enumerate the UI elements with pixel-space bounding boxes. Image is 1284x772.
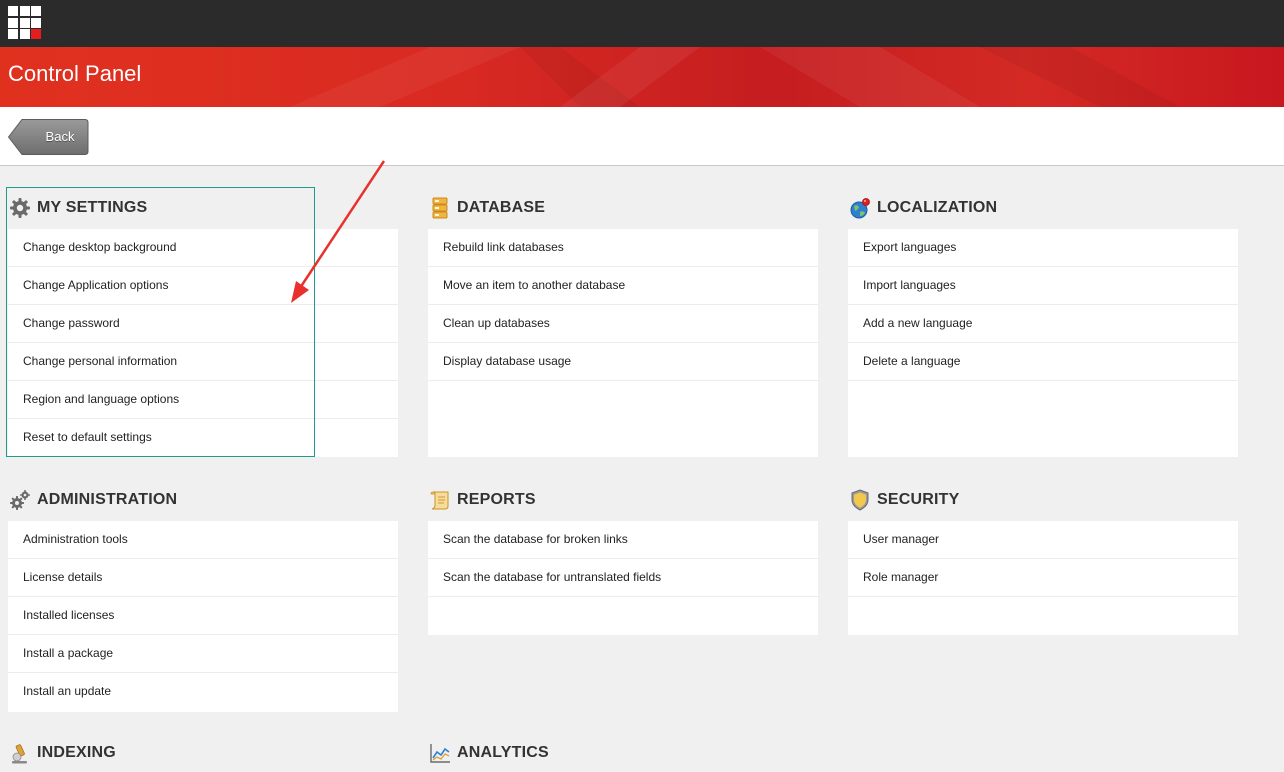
list-item[interactable]: Install an update <box>8 673 398 711</box>
shield-icon <box>849 489 871 511</box>
section-panel: User manager Role manager <box>848 521 1238 635</box>
section-panel: Export languages Import languages Add a … <box>848 229 1238 457</box>
section-reports: REPORTS Scan the database for broken lin… <box>428 479 818 635</box>
list-item[interactable]: Import languages <box>848 267 1238 305</box>
list-item[interactable]: Install a package <box>8 635 398 673</box>
section-header: LOCALIZATION <box>848 187 1238 229</box>
section-header: MY SETTINGS <box>8 187 398 229</box>
section-header: SECURITY <box>848 479 1238 521</box>
line-chart-icon <box>429 742 451 764</box>
list-item[interactable]: User manager <box>848 521 1238 559</box>
toolbar: Back <box>0 107 1284 166</box>
section-administration: ADMINISTRATION Administration tools Lice… <box>8 479 398 712</box>
list-item[interactable]: Region and language options <box>8 381 398 419</box>
app-grid-icon[interactable] <box>8 6 41 39</box>
section-header: ANALYTICS <box>428 732 818 772</box>
section-panel: Rebuild link databases Move an item to a… <box>428 229 818 457</box>
list-item[interactable]: Change personal information <box>8 343 398 381</box>
header-banner: Control Panel <box>0 47 1284 107</box>
section-title: INDEXING <box>37 744 116 761</box>
back-button-label: Back <box>45 129 75 144</box>
list-item[interactable]: Role manager <box>848 559 1238 597</box>
globe-icon <box>849 197 871 219</box>
top-bar <box>0 0 1284 47</box>
section-localization: LOCALIZATION Export languages Import lan… <box>848 187 1238 457</box>
section-panel: Scan the database for broken links Scan … <box>428 521 818 635</box>
section-title: ADMINISTRATION <box>37 491 178 508</box>
list-item[interactable]: Delete a language <box>848 343 1238 381</box>
list-item[interactable]: Change password <box>8 305 398 343</box>
list-item[interactable]: Change desktop background <box>8 229 398 267</box>
scroll-icon <box>429 489 451 511</box>
list-item[interactable]: Administration tools <box>8 521 398 559</box>
list-item[interactable]: Clean up databases <box>428 305 818 343</box>
section-panel: Change desktop background Change Applica… <box>8 229 398 457</box>
list-item[interactable]: Change Application options <box>8 267 398 305</box>
list-item[interactable]: Installed licenses <box>8 597 398 635</box>
back-button[interactable]: Back <box>8 119 89 155</box>
list-item[interactable]: Scan the database for broken links <box>428 521 818 559</box>
list-item[interactable]: Rebuild link databases <box>428 229 818 267</box>
section-database: DATABASE Rebuild link databases Move an … <box>428 187 818 457</box>
section-title: REPORTS <box>457 491 536 508</box>
section-indexing: INDEXING <box>8 732 398 772</box>
section-title: MY SETTINGS <box>37 199 148 216</box>
section-title: LOCALIZATION <box>877 199 998 216</box>
microscope-icon <box>9 742 31 764</box>
page-title: Control Panel <box>8 61 142 86</box>
section-my-settings: MY SETTINGS Change desktop background Ch… <box>8 187 398 457</box>
list-item[interactable]: Export languages <box>848 229 1238 267</box>
list-item[interactable]: Display database usage <box>428 343 818 381</box>
list-item[interactable]: Reset to default settings <box>8 419 398 457</box>
section-analytics: ANALYTICS <box>428 732 818 772</box>
database-icon <box>429 197 451 219</box>
banner-pattern <box>290 47 1180 107</box>
section-title: DATABASE <box>457 199 546 216</box>
section-header: INDEXING <box>8 732 398 772</box>
section-header: ADMINISTRATION <box>8 479 398 521</box>
list-item[interactable]: Scan the database for untranslated field… <box>428 559 818 597</box>
gears-icon <box>9 489 31 511</box>
section-title: SECURITY <box>877 491 960 508</box>
section-title: ANALYTICS <box>457 744 549 761</box>
list-item[interactable]: Move an item to another database <box>428 267 818 305</box>
gear-icon <box>9 197 31 219</box>
section-security: SECURITY User manager Role manager <box>848 479 1238 635</box>
list-item[interactable]: Add a new language <box>848 305 1238 343</box>
section-header: REPORTS <box>428 479 818 521</box>
list-item[interactable]: License details <box>8 559 398 597</box>
section-header: DATABASE <box>428 187 818 229</box>
section-panel: Administration tools License details Ins… <box>8 521 398 712</box>
